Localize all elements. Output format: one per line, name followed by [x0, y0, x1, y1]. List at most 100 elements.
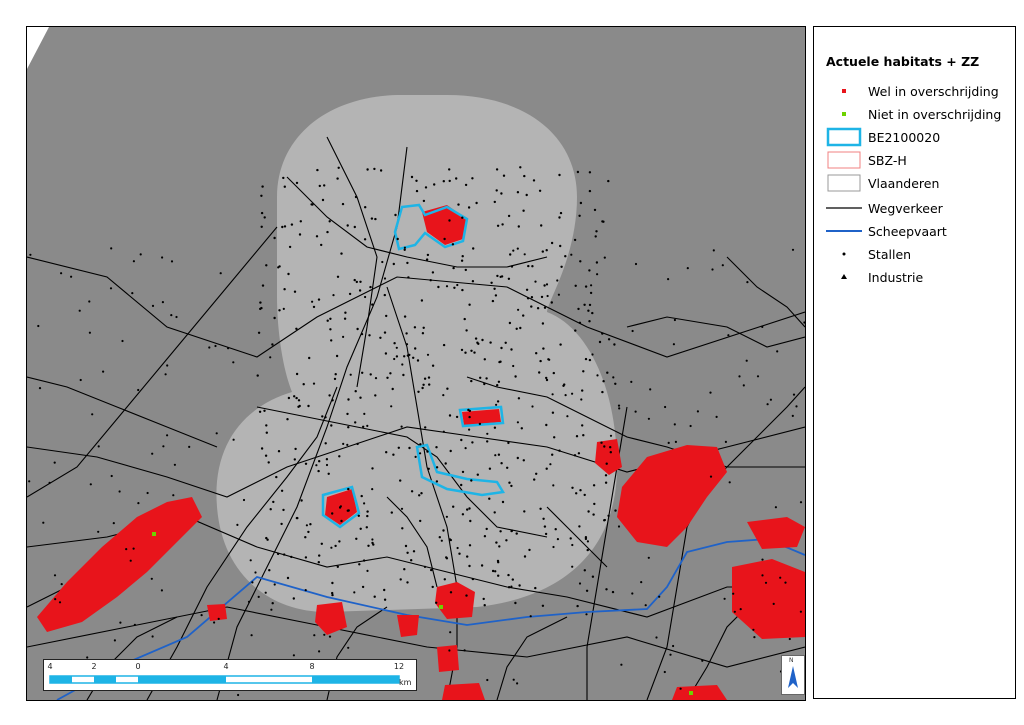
legend-item-industrie: Industrie	[826, 267, 1016, 287]
stal-point	[317, 298, 321, 301]
stal-point	[113, 639, 116, 642]
stal-point	[91, 413, 94, 416]
stal-point	[162, 445, 165, 448]
stal-point	[739, 608, 742, 611]
stal-point	[543, 525, 547, 528]
stal-point	[330, 424, 333, 427]
stal-point	[331, 399, 334, 402]
stal-point	[467, 206, 471, 209]
stal-point	[313, 634, 316, 637]
stal-point	[647, 556, 650, 559]
stal-point	[595, 230, 598, 233]
stal-point	[558, 173, 561, 177]
stal-point	[132, 260, 135, 263]
stal-point	[504, 341, 507, 344]
stal-point	[536, 307, 540, 310]
stal-point	[435, 446, 438, 449]
stal-point	[347, 509, 350, 512]
stal-point	[264, 454, 268, 457]
stal-point	[508, 481, 511, 484]
stal-point	[287, 396, 291, 400]
stal-point	[552, 371, 555, 375]
map-canvas[interactable]: 4 2 0 4 8 12 km N	[26, 26, 806, 701]
stal-point	[355, 537, 358, 540]
stal-point	[282, 176, 285, 180]
stal-point	[494, 454, 497, 457]
stal-point	[272, 500, 275, 504]
stal-point	[405, 332, 408, 335]
stal-point	[569, 537, 572, 540]
stal-point	[598, 340, 602, 344]
stal-point	[605, 462, 608, 465]
stal-point	[463, 649, 466, 652]
stal-point	[219, 272, 222, 275]
stal-point	[385, 451, 388, 454]
stal-point	[604, 474, 608, 477]
stal-point	[300, 499, 303, 502]
stal-point	[442, 394, 445, 397]
stal-point	[522, 314, 525, 317]
stal-point	[614, 382, 617, 385]
stal-point	[336, 275, 340, 278]
scale-unit: km	[399, 678, 412, 687]
stal-point	[363, 412, 366, 415]
stal-point	[60, 583, 63, 586]
stal-point	[200, 614, 203, 617]
stal-point	[386, 376, 389, 379]
stal-point	[263, 409, 266, 412]
legend-label: Industrie	[868, 270, 924, 285]
stal-point	[37, 324, 40, 328]
stal-point	[558, 216, 561, 219]
stal-point	[455, 177, 458, 180]
stal-point	[356, 327, 359, 331]
stal-point	[756, 375, 760, 378]
stal-point	[540, 224, 543, 227]
stal-point	[570, 253, 573, 256]
stal-point	[414, 347, 417, 350]
stal-point	[429, 279, 432, 282]
stal-point	[588, 303, 592, 307]
stal-point	[121, 339, 124, 343]
stal-point	[257, 331, 261, 334]
stal-point	[449, 449, 452, 453]
stal-point	[292, 654, 295, 657]
stal-point	[270, 608, 273, 611]
stal-point	[188, 445, 191, 448]
stal-point	[426, 253, 430, 257]
stal-point	[543, 306, 547, 309]
stal-point	[461, 513, 465, 516]
stal-point	[88, 300, 91, 303]
stal-point	[392, 453, 395, 456]
stal-point	[543, 284, 546, 287]
stal-point	[803, 321, 805, 324]
stal-point	[559, 211, 563, 215]
stal-point	[334, 373, 337, 376]
blue-line-icon	[826, 230, 862, 232]
stal-point	[132, 547, 135, 550]
stal-point	[371, 541, 374, 545]
stal-point	[424, 186, 428, 189]
legend-item-wel: Wel in overschrijding	[826, 81, 1016, 101]
stal-point	[250, 634, 253, 637]
stal-point	[630, 380, 633, 383]
stal-point	[405, 343, 409, 346]
stal-point	[776, 350, 779, 353]
stal-point	[227, 347, 230, 350]
stal-point	[151, 452, 154, 455]
stal-point	[592, 484, 596, 487]
stal-point	[791, 414, 794, 417]
stal-point	[445, 515, 448, 518]
outside-area-corner	[27, 27, 49, 69]
stal-point	[531, 405, 534, 408]
stal-point	[460, 483, 463, 487]
stal-point	[552, 545, 555, 549]
stal-point	[374, 377, 378, 380]
stal-point	[578, 582, 582, 585]
stal-point	[321, 198, 325, 202]
stal-point	[175, 315, 178, 319]
stal-point	[456, 283, 459, 287]
stal-point	[464, 268, 467, 272]
stal-point	[613, 343, 616, 346]
stal-point	[260, 225, 263, 228]
stal-point	[419, 519, 422, 523]
